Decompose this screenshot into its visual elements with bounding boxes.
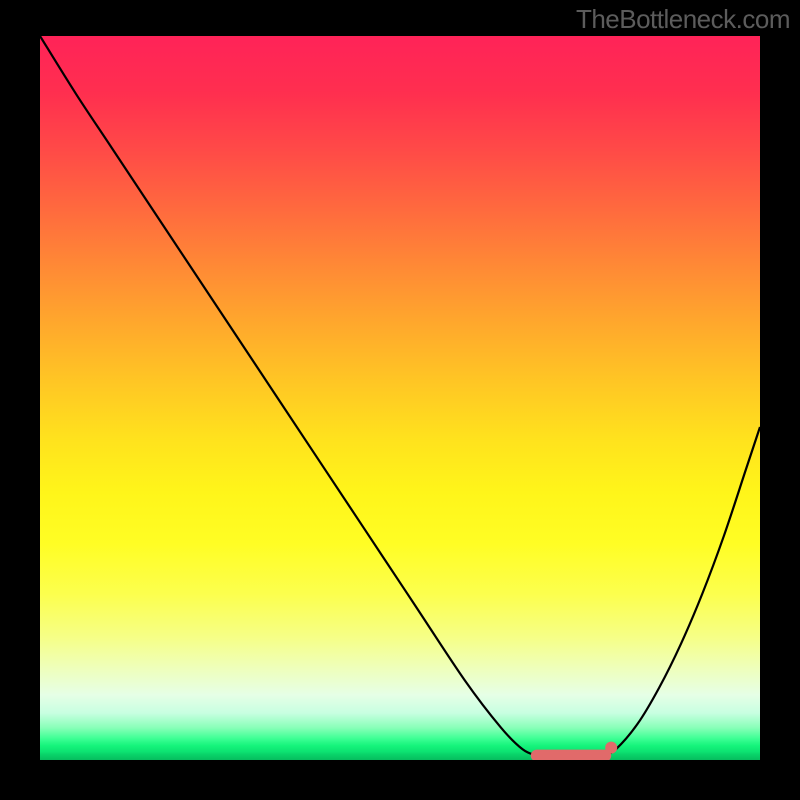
- optimal-marker-end: [605, 742, 617, 754]
- bottleneck-curve-left: [40, 36, 544, 757]
- curve-layer: [40, 36, 760, 760]
- bottleneck-curve-right: [602, 427, 760, 757]
- watermark-text: TheBottleneck.com: [576, 4, 790, 35]
- chart-frame: TheBottleneck.com: [0, 0, 800, 800]
- plot-area: [40, 36, 760, 760]
